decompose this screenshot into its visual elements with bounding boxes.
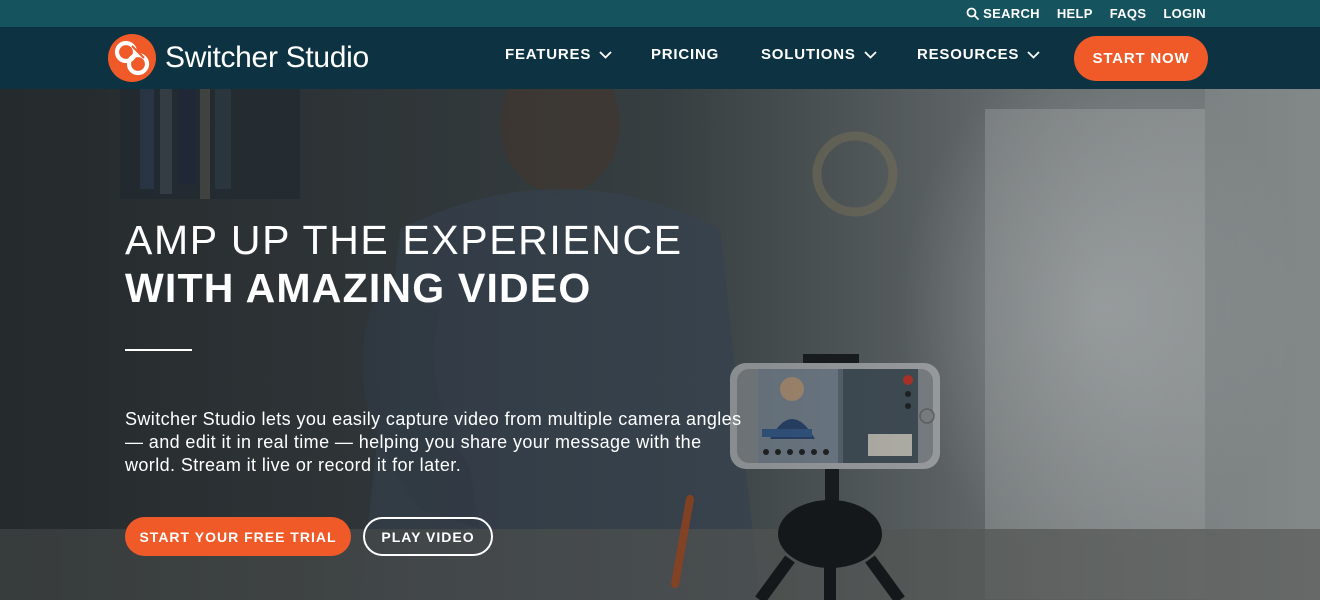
main-nav: Switcher Studio FEATURES PRICING SOLUTIO…: [0, 27, 1320, 89]
brand-name: Switcher Studio: [165, 41, 369, 74]
hero-title-line-2: WITH AMAZING VIDEO: [125, 265, 592, 311]
chevron-down-icon: [1027, 50, 1040, 59]
nav-resources[interactable]: RESOURCES: [917, 46, 1040, 63]
start-free-trial-button[interactable]: START YOUR FREE TRIAL: [125, 517, 351, 556]
search-link[interactable]: SEARCH: [966, 6, 1040, 21]
hero-divider: [125, 349, 192, 351]
chevron-down-icon: [864, 50, 877, 59]
nav-features-label: FEATURES: [505, 46, 592, 63]
nav-pricing[interactable]: PRICING: [651, 46, 719, 63]
help-link[interactable]: HELP: [1057, 6, 1093, 21]
nav-solutions-label: SOLUTIONS: [761, 46, 856, 63]
nav-resources-label: RESOURCES: [917, 46, 1020, 63]
start-now-button[interactable]: START NOW: [1074, 36, 1208, 81]
play-video-button[interactable]: PLAY VIDEO: [363, 517, 493, 556]
chevron-down-icon: [599, 50, 612, 59]
utility-bar: SEARCH HELP FAQS LOGIN: [0, 0, 1320, 27]
nav-solutions[interactable]: SOLUTIONS: [761, 46, 877, 63]
hero-description: Switcher Studio lets you easily capture …: [125, 409, 742, 475]
search-label: SEARCH: [983, 6, 1040, 21]
hero-title-line-1: AMP UP THE EXPERIENCE: [125, 217, 683, 263]
logo-link[interactable]: Switcher Studio: [107, 32, 369, 84]
hero-section: AMP UP THE EXPERIENCE WITH AMAZING VIDEO…: [0, 89, 1320, 600]
nav-features[interactable]: FEATURES: [505, 46, 612, 63]
faqs-link[interactable]: FAQS: [1110, 6, 1147, 21]
switcher-logo-icon: [108, 34, 156, 82]
search-icon: [966, 7, 980, 20]
login-link[interactable]: LOGIN: [1163, 6, 1206, 21]
nav-pricing-label: PRICING: [651, 46, 720, 63]
